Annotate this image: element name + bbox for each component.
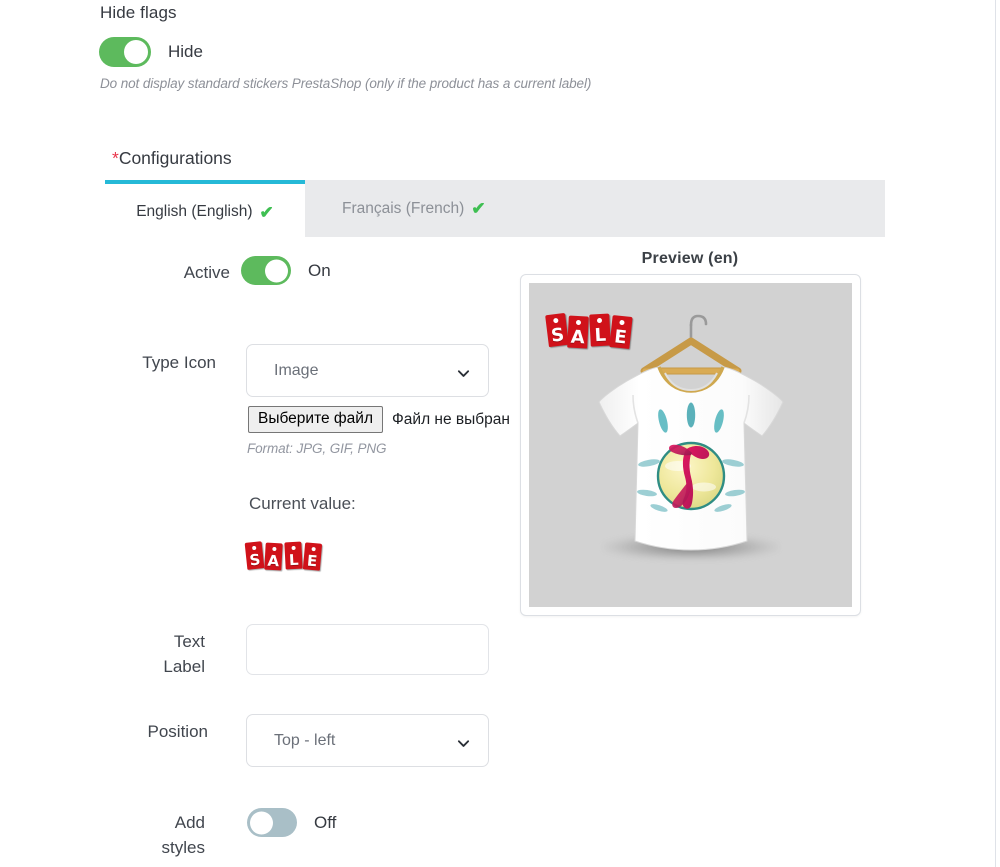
toggle-knob: [265, 259, 288, 282]
add-styles-toggle[interactable]: [247, 808, 297, 837]
active-toggle[interactable]: [241, 256, 291, 285]
tab-francais[interactable]: Français (French) ✔: [320, 180, 508, 237]
chevron-down-icon: [457, 367, 470, 380]
required-marker: *: [112, 148, 119, 168]
preview-panel: S A L E: [520, 274, 861, 616]
type-icon-select[interactable]: Image: [246, 344, 489, 397]
sale-sticker-icon: S A L E: [545, 312, 633, 349]
current-value-label: Current value:: [249, 494, 356, 513]
position-select[interactable]: Top - left: [246, 714, 489, 767]
add-styles-toggle-state-label: Off: [314, 812, 337, 832]
type-icon-select-value: Image: [274, 361, 319, 379]
module-configuration-page: Hide flags Hide Do not display standard …: [0, 0, 1000, 867]
toggle-knob: [124, 40, 148, 64]
page-right-divider: [995, 0, 996, 867]
icon-file-input[interactable]: Выберите файл Файл не выбран: [248, 406, 510, 433]
check-icon: ✔: [471, 199, 486, 218]
preview-sale-sticker: S A L E: [545, 305, 633, 349]
choose-file-button[interactable]: Выберите файл: [248, 406, 384, 433]
tab-english-label: English (English): [136, 203, 253, 220]
language-tab-bar: English (English) ✔ Français (French) ✔: [105, 180, 885, 240]
file-format-note: Format: JPG, GIF, PNG: [247, 441, 387, 456]
text-label-input[interactable]: [246, 624, 489, 675]
configurations-heading-text: Configurations: [118, 148, 232, 168]
chevron-down-icon: [457, 737, 470, 750]
tab-english[interactable]: English (English) ✔: [105, 180, 305, 240]
hide-flags-description: Do not display standard stickers PrestaS…: [100, 76, 592, 91]
active-toggle-row: On: [241, 256, 331, 285]
text-label-label-line2: Label: [163, 657, 205, 676]
add-styles-label: Add styles: [75, 810, 205, 860]
sale-sticker-icon: S A L E: [244, 541, 323, 571]
hide-flags-toggle-row: Hide: [99, 37, 203, 67]
add-styles-toggle-row: Off: [247, 808, 336, 837]
tab-francais-label: Français (French): [342, 199, 465, 217]
active-toggle-state-label: On: [308, 260, 331, 280]
type-icon-label: Type Icon: [142, 353, 216, 372]
position-label: Position: [147, 722, 208, 741]
preview-title: Preview (en): [641, 250, 739, 267]
position-select-value: Top - left: [274, 731, 336, 749]
text-label-label: Text Label: [75, 629, 205, 679]
current-value-sticker: S A L E: [244, 533, 323, 571]
add-styles-label-line2: styles: [161, 838, 205, 857]
check-icon: ✔: [259, 202, 274, 222]
configurations-heading: *Configurations: [112, 148, 232, 169]
hide-flags-toggle[interactable]: [99, 37, 151, 67]
active-label: Active: [183, 263, 230, 282]
hide-flags-toggle-state-label: Hide: [168, 42, 203, 61]
toggle-knob: [250, 811, 273, 834]
preview-image: S A L E: [529, 283, 852, 607]
text-label-label-line1: Text: [173, 632, 205, 651]
file-status-text: Файл не выбран: [392, 410, 510, 428]
hide-flags-label: Hide flags: [100, 3, 177, 22]
add-styles-label-line1: Add: [174, 813, 205, 832]
